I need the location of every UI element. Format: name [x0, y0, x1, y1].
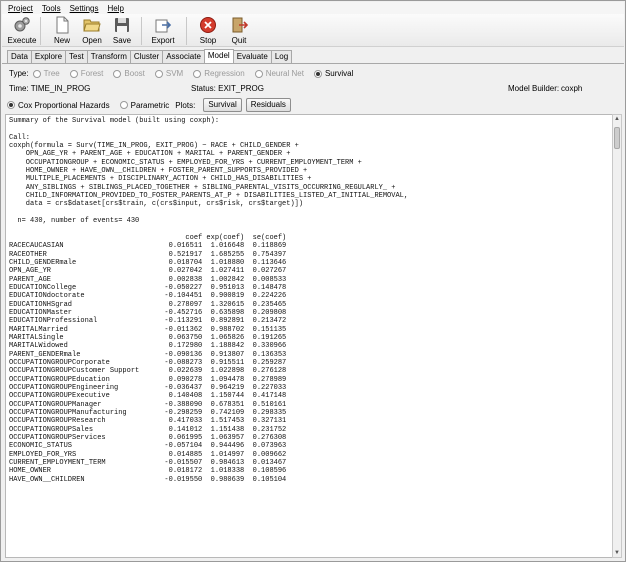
- scroll-down-icon[interactable]: ▼: [613, 549, 621, 557]
- radio-forest[interactable]: [69, 69, 78, 78]
- radio-svm[interactable]: [154, 69, 163, 78]
- tab-data[interactable]: Data: [7, 50, 32, 63]
- gears-icon: [13, 16, 31, 34]
- model-type-row: Type: Tree Forest Boost SVM Regression N…: [9, 69, 354, 78]
- radio-tree[interactable]: [32, 69, 41, 78]
- model-summary-text: Summary of the Survival model (built usi…: [9, 117, 409, 484]
- residuals-plot-button[interactable]: Residuals: [245, 98, 291, 112]
- menu-bar: Project Tools Settings Help: [2, 2, 624, 14]
- model-builder-label: Model Builder:: [508, 84, 560, 93]
- radio-regression[interactable]: [193, 69, 202, 78]
- menu-help[interactable]: Help: [108, 4, 124, 13]
- toolbar-separator: [141, 17, 142, 45]
- scroll-thumb[interactable]: [614, 127, 620, 149]
- tab-test[interactable]: Test: [65, 50, 88, 63]
- radio-parametric[interactable]: [119, 101, 128, 109]
- method-row: Cox Proportional Hazards Parametric Plot…: [7, 98, 295, 112]
- save-button[interactable]: Save: [107, 14, 137, 45]
- time-variable: Time: TIME_IN_PROG: [9, 84, 91, 93]
- tab-explore[interactable]: Explore: [30, 50, 67, 63]
- tab-cluster[interactable]: Cluster: [129, 50, 164, 63]
- menu-project[interactable]: Project: [8, 4, 33, 13]
- tab-model[interactable]: Model: [203, 49, 234, 63]
- survival-plot-button[interactable]: Survival: [203, 98, 242, 112]
- status-variable: Status: EXIT_PROG: [191, 84, 264, 93]
- menu-tools[interactable]: Tools: [42, 4, 61, 13]
- open-button[interactable]: Open: [77, 14, 107, 45]
- execute-button[interactable]: Execute: [4, 14, 40, 45]
- toolbar: Execute New Open Save Export Stop Quit: [2, 14, 624, 47]
- new-file-icon: [53, 16, 71, 34]
- radio-neural-net[interactable]: [254, 69, 263, 78]
- quit-button[interactable]: Quit: [224, 14, 254, 45]
- tab-associate[interactable]: Associate: [162, 50, 205, 63]
- rattle-window: Project Tools Settings Help Execute New …: [0, 0, 626, 562]
- radio-boost[interactable]: [113, 69, 122, 78]
- type-label: Type:: [9, 69, 29, 78]
- toolbar-separator: [40, 17, 41, 45]
- vertical-scrollbar[interactable]: ▲ ▼: [612, 114, 622, 558]
- toolbar-separator: [186, 17, 187, 45]
- menu-settings[interactable]: Settings: [70, 4, 99, 13]
- stop-icon: [199, 16, 217, 34]
- quit-icon: [230, 16, 248, 34]
- floppy-icon: [113, 16, 131, 34]
- stop-button[interactable]: Stop: [192, 14, 224, 45]
- open-folder-icon: [83, 16, 101, 34]
- model-output-textview[interactable]: Summary of the Survival model (built usi…: [5, 114, 613, 558]
- export-button[interactable]: Export: [145, 14, 181, 45]
- tab-transform[interactable]: Transform: [86, 50, 131, 63]
- tab-divider: [2, 63, 624, 64]
- scroll-up-icon[interactable]: ▲: [613, 115, 621, 123]
- radio-survival[interactable]: [313, 69, 322, 78]
- tab-bar: Data Explore Test Transform Cluster Asso…: [7, 49, 293, 63]
- new-button[interactable]: New: [47, 14, 77, 45]
- tab-log[interactable]: Log: [270, 50, 293, 63]
- radio-cox[interactable]: [7, 101, 15, 109]
- tab-evaluate[interactable]: Evaluate: [232, 50, 272, 63]
- model-builder-value: coxph: [561, 84, 583, 93]
- plots-label: Plots:: [175, 100, 196, 110]
- export-icon: [154, 16, 172, 34]
